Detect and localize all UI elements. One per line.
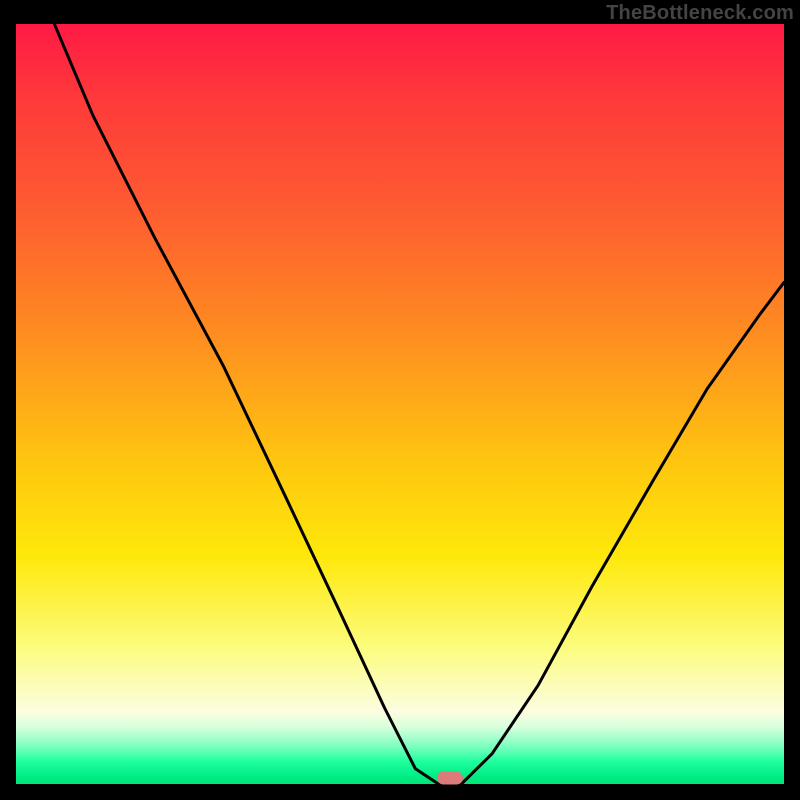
optimum-marker <box>437 771 463 784</box>
curve-path <box>54 24 784 784</box>
watermark-text: TheBottleneck.com <box>606 2 794 25</box>
chart-container: TheBottleneck.com <box>0 0 800 800</box>
bottleneck-curve <box>16 24 784 784</box>
plot-frame <box>16 24 784 784</box>
